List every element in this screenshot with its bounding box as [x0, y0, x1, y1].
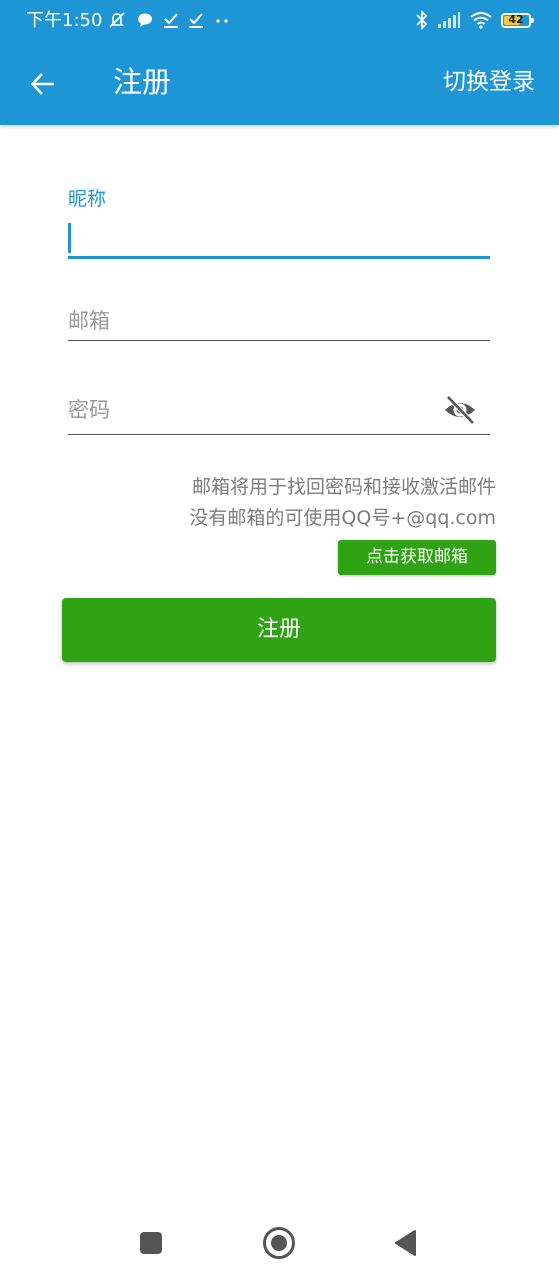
wifi-icon — [470, 12, 492, 29]
password-placeholder: 密码 — [68, 398, 110, 422]
nickname-field[interactable]: 昵称 — [68, 180, 490, 262]
mute-icon — [109, 12, 125, 28]
nickname-label: 昵称 — [68, 188, 107, 210]
status-notification-icons — [107, 10, 231, 30]
eye-off-icon — [445, 395, 475, 425]
home-circle-icon — [263, 1227, 295, 1259]
hint-line-1: 邮箱将用于找回密码和接收激活邮件 — [191, 476, 496, 498]
status-bar: 下午1:50 42 — [0, 0, 559, 44]
arrow-left-icon — [30, 73, 54, 95]
get-email-button[interactable]: 点击获取邮箱 — [338, 540, 496, 575]
hint-line-2: 没有邮箱的可使用QQ号+@qq.com — [189, 507, 496, 529]
recents-square-icon — [140, 1232, 162, 1254]
page-title: 注册 — [113, 65, 172, 99]
signal-icon — [438, 12, 460, 28]
email-hint: 邮箱将用于找回密码和接收激活邮件 没有邮箱的可使用QQ号+@qq.com — [96, 472, 496, 534]
bluetooth-icon — [416, 10, 428, 30]
recents-button[interactable] — [128, 1220, 174, 1266]
check-icon — [164, 13, 178, 28]
email-field[interactable]: 邮箱 — [68, 296, 490, 346]
nickname-underline — [68, 256, 490, 259]
status-system-icons: 42 — [415, 10, 534, 30]
battery-icon: 42 — [501, 12, 534, 28]
app-bar: 下午1:50 42 注册 切换登录 — [0, 0, 559, 125]
battery-level: 42 — [508, 12, 524, 26]
email-underline — [68, 340, 490, 341]
toolbar: 注册 切换登录 — [0, 44, 559, 125]
check-icon — [189, 13, 203, 28]
password-underline — [68, 434, 490, 435]
register-button[interactable]: 注册 — [62, 598, 496, 662]
home-button[interactable] — [256, 1220, 302, 1266]
toggle-password-visibility-button[interactable] — [442, 392, 478, 428]
system-nav-bar — [0, 1206, 559, 1280]
more-dots-icon — [216, 19, 228, 23]
email-placeholder: 邮箱 — [68, 309, 110, 333]
back-nav-button[interactable] — [383, 1220, 429, 1266]
back-triangle-icon — [395, 1230, 416, 1256]
password-field[interactable]: 密码 — [68, 386, 490, 440]
battery-tip — [531, 17, 534, 23]
status-time: 下午1:50 — [26, 10, 103, 31]
switch-login-button[interactable]: 切换登录 — [443, 65, 535, 99]
text-caret — [68, 223, 71, 253]
back-button[interactable] — [22, 64, 64, 104]
message-icon — [138, 13, 152, 27]
